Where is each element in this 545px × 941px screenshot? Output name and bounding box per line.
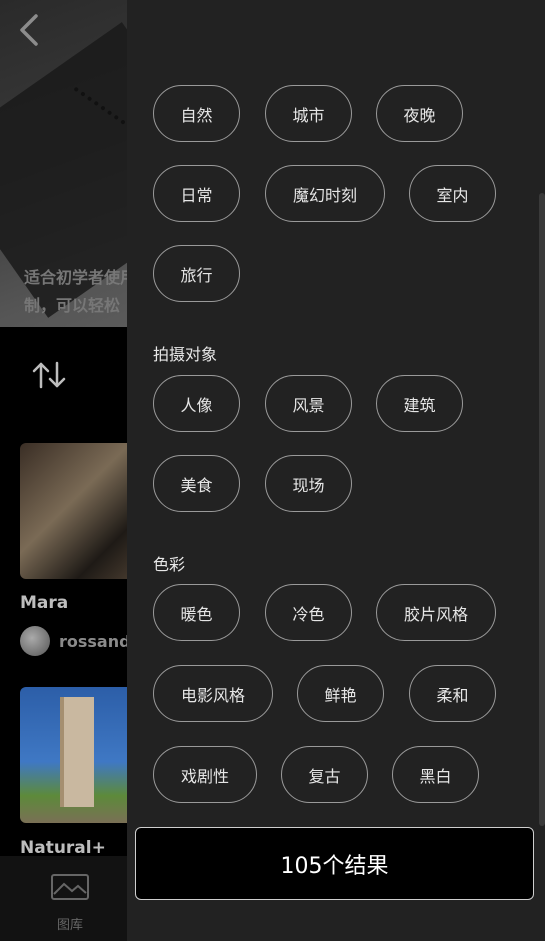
- chip-cinematic[interactable]: 电影风格: [153, 665, 273, 722]
- chip-black-white[interactable]: 黑白: [392, 746, 479, 803]
- chip-film[interactable]: 胶片风格: [376, 584, 496, 641]
- show-results-button[interactable]: 105个结果: [135, 827, 534, 900]
- nav-label: 图库: [56, 918, 83, 933]
- chip-soft[interactable]: 柔和: [409, 665, 496, 722]
- chip-live[interactable]: 现场: [265, 455, 352, 512]
- chip-portrait[interactable]: 人像: [153, 375, 240, 432]
- chip-retro[interactable]: 复古: [281, 746, 368, 803]
- chip-architecture[interactable]: 建筑: [376, 375, 463, 432]
- thumbnail-building: [60, 697, 94, 807]
- card-title[interactable]: Natural+: [20, 838, 106, 858]
- chip-night[interactable]: 夜晚: [376, 85, 463, 142]
- image-icon: [51, 874, 89, 900]
- author-name: rossandl: [59, 631, 137, 651]
- sort-arrows-icon[interactable]: [30, 360, 70, 390]
- back-arrow-icon[interactable]: [14, 10, 44, 50]
- chip-magic-hour[interactable]: 魔幻时刻: [265, 165, 385, 222]
- chip-daily[interactable]: 日常: [153, 165, 240, 222]
- chip-dramatic[interactable]: 戏剧性: [153, 746, 257, 803]
- chip-vivid[interactable]: 鲜艳: [297, 665, 384, 722]
- drawer-scrollbar[interactable]: [539, 193, 545, 826]
- chip-landscape[interactable]: 风景: [265, 375, 352, 432]
- chip-food[interactable]: 美食: [153, 455, 240, 512]
- section-title-subject: 拍摄对象: [153, 345, 218, 364]
- chip-cool[interactable]: 冷色: [265, 584, 352, 641]
- avatar: [20, 626, 50, 656]
- chip-indoor[interactable]: 室内: [409, 165, 496, 222]
- chip-city[interactable]: 城市: [265, 85, 352, 142]
- chip-natural[interactable]: 自然: [153, 85, 240, 142]
- chip-travel[interactable]: 旅行: [153, 245, 240, 302]
- card-title[interactable]: Mara: [20, 593, 68, 613]
- author-row[interactable]: rossandl: [20, 626, 136, 656]
- chip-warm[interactable]: 暖色: [153, 584, 240, 641]
- nav-item-library[interactable]: 图库: [48, 872, 92, 933]
- section-title-color: 色彩: [153, 555, 186, 574]
